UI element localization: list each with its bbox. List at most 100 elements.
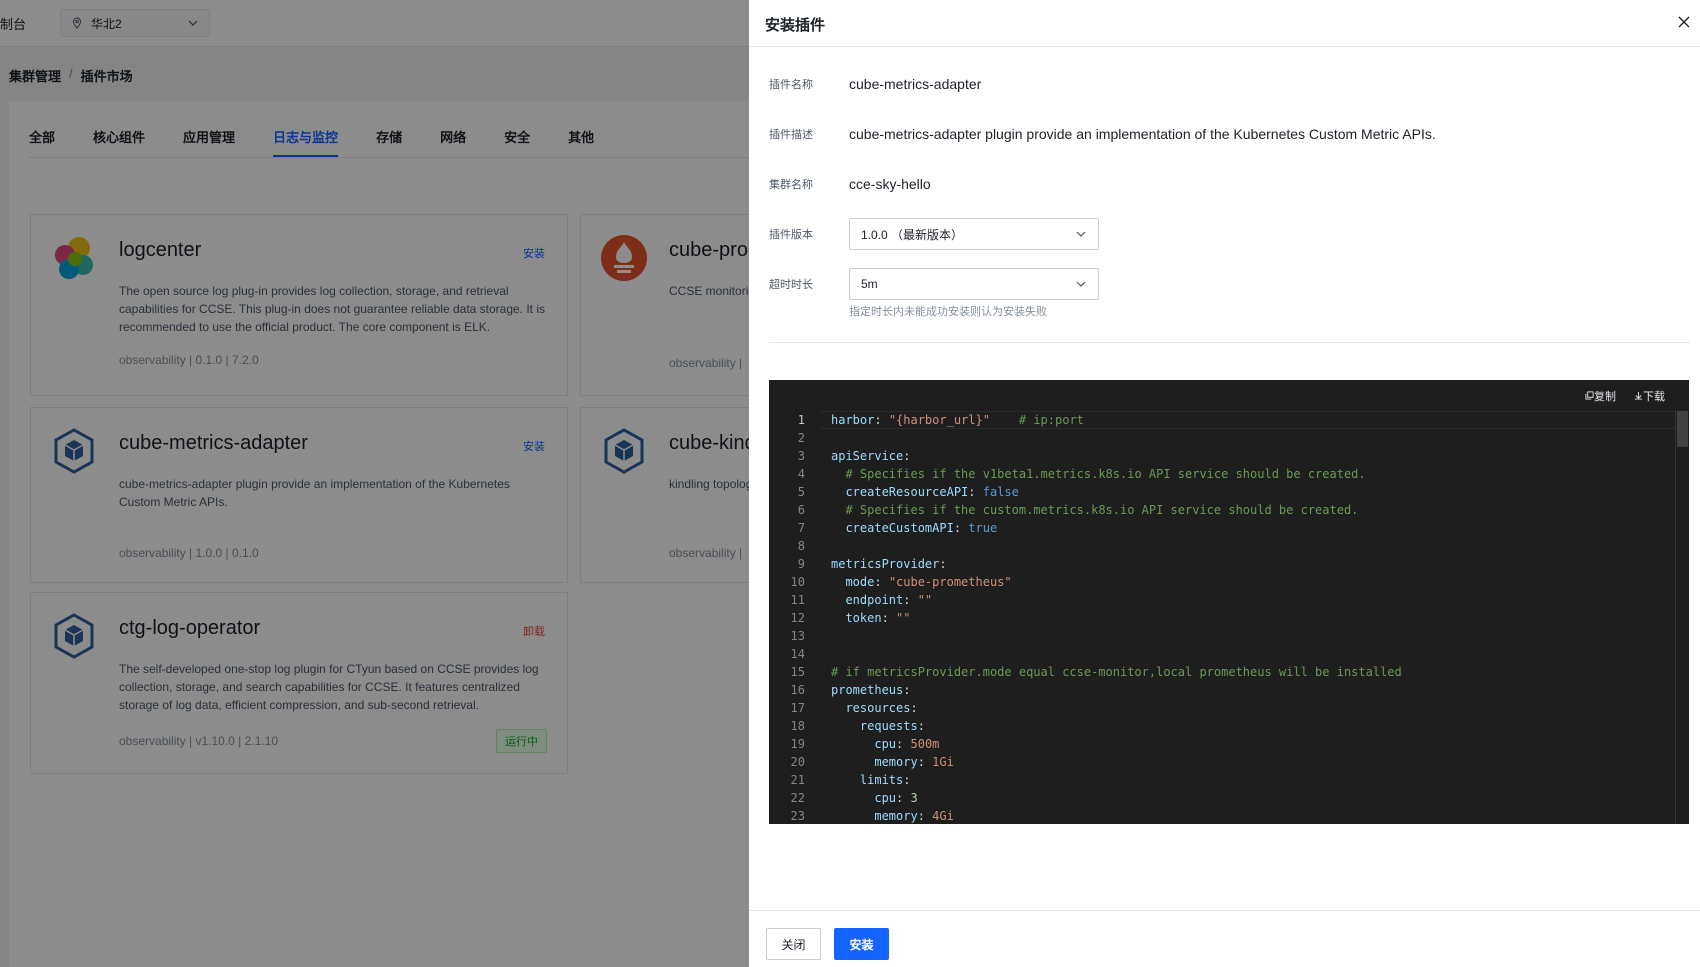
code-line: 23 memory: 4Gi bbox=[769, 807, 1675, 824]
line-number: 19 bbox=[790, 737, 805, 751]
code-text: metricsProvider: bbox=[831, 557, 947, 571]
code-line: 13 bbox=[769, 627, 1675, 645]
line-number: 23 bbox=[790, 809, 805, 823]
timeout-row: 超时时长 5m bbox=[769, 268, 1099, 300]
plugin-desc-value: cube-metrics-adapter plugin provide an i… bbox=[849, 126, 1436, 142]
line-number: 17 bbox=[790, 701, 805, 715]
code-text: resources: bbox=[845, 701, 918, 715]
plugin-name-row: 插件名称 cube-metrics-adapter bbox=[769, 76, 981, 92]
line-number: 11 bbox=[790, 593, 805, 607]
code-line: 18 requests: bbox=[769, 717, 1675, 735]
plugin-version-label: 插件版本 bbox=[769, 229, 813, 241]
close-button[interactable]: 关闭 bbox=[766, 928, 821, 960]
line-number: 14 bbox=[790, 647, 805, 661]
divider bbox=[769, 342, 1690, 343]
code-text: # Specifies if the custom.metrics.k8s.io… bbox=[845, 503, 1359, 517]
code-text: createResourceAPI: false bbox=[845, 485, 1019, 499]
plugin-version-select[interactable]: 1.0.0 （最新版本） bbox=[849, 218, 1099, 250]
timeout-select[interactable]: 5m bbox=[849, 268, 1099, 300]
timeout-label: 超时时长 bbox=[769, 279, 813, 291]
code-text: harbor: "{harbor_url}" # ip:port bbox=[831, 413, 1084, 427]
cluster-name-value: cce-sky-hello bbox=[849, 176, 931, 192]
line-number: 18 bbox=[790, 719, 805, 733]
line-number: 6 bbox=[797, 503, 805, 517]
plugin-desc-label: 插件描述 bbox=[769, 129, 813, 141]
code-text: memory: 1Gi bbox=[874, 755, 954, 769]
line-number: 21 bbox=[790, 773, 805, 787]
code-line: 20 memory: 1Gi bbox=[769, 753, 1675, 771]
code-line: 22 cpu: 3 bbox=[769, 789, 1675, 807]
chevron-down-icon bbox=[1076, 281, 1086, 287]
plugin-version-row: 插件版本 1.0.0 （最新版本） bbox=[769, 218, 1099, 250]
code-text: prometheus: bbox=[831, 683, 911, 697]
code-line: 17 resources: bbox=[769, 699, 1675, 717]
download-icon bbox=[1634, 391, 1643, 400]
code-toolbar: 复制 下载 bbox=[1585, 388, 1665, 404]
code-line: 5 createResourceAPI: false bbox=[769, 483, 1675, 501]
scrollbar-thumb[interactable] bbox=[1677, 411, 1688, 447]
line-number: 12 bbox=[790, 611, 805, 625]
install-plugin-drawer: 安装插件 插件名称 cube-metrics-adapter 插件描述 cube… bbox=[749, 0, 1700, 967]
code-line: 14 bbox=[769, 645, 1675, 663]
code-text: cpu: 500m bbox=[874, 737, 940, 751]
code-text: memory: 4Gi bbox=[874, 809, 954, 823]
code-line: 19 cpu: 500m bbox=[769, 735, 1675, 753]
cluster-name-row: 集群名称 cce-sky-hello bbox=[769, 176, 931, 192]
code-text: endpoint: "" bbox=[845, 593, 933, 607]
line-number: 3 bbox=[797, 449, 805, 463]
line-number: 2 bbox=[797, 431, 805, 445]
plugin-desc-row: 插件描述 cube-metrics-adapter plugin provide… bbox=[769, 126, 1436, 142]
code-line: 11 endpoint: "" bbox=[769, 591, 1675, 609]
line-number: 1 bbox=[797, 413, 805, 427]
code-line: 10 mode: "cube-prometheus" bbox=[769, 573, 1675, 591]
line-number: 16 bbox=[790, 683, 805, 697]
drawer-title: 安装插件 bbox=[765, 17, 826, 34]
copy-icon bbox=[1585, 391, 1594, 400]
code-content[interactable]: 1 harbor: "{harbor_url}" # ip:port 2 3 apiSe… bbox=[769, 411, 1675, 824]
drawer-footer: 关闭 安装 bbox=[749, 910, 1700, 967]
install-button[interactable]: 安装 bbox=[834, 928, 889, 960]
close-icon[interactable] bbox=[1676, 14, 1692, 30]
line-number: 13 bbox=[790, 629, 805, 643]
line-number: 22 bbox=[790, 791, 805, 805]
line-number: 4 bbox=[797, 467, 805, 481]
values-yaml-editor[interactable]: 复制 下载 1 harbor: "{harbor_url}" # ip:port 2… bbox=[769, 380, 1689, 824]
code-text: # Specifies if the v1beta1.metrics.k8s.i… bbox=[845, 467, 1366, 481]
code-line: 6 # Specifies if the custom.metrics.k8s.… bbox=[769, 501, 1675, 519]
code-text: apiService: bbox=[831, 449, 911, 463]
code-line: 1 harbor: "{harbor_url}" # ip:port bbox=[769, 411, 1675, 429]
code-text: # if metricsProvider.mode equal ccse-mon… bbox=[831, 665, 1402, 679]
download-label: 下载 bbox=[1643, 391, 1665, 403]
code-line: 2 bbox=[769, 429, 1675, 447]
code-line: 16 prometheus: bbox=[769, 681, 1675, 699]
code-line: 7 createCustomAPI: true bbox=[769, 519, 1675, 537]
download-button[interactable]: 下载 bbox=[1634, 388, 1665, 404]
cluster-name-label: 集群名称 bbox=[769, 179, 813, 191]
code-line: 3 apiService: bbox=[769, 447, 1675, 465]
code-text: token: "" bbox=[845, 611, 911, 625]
chevron-down-icon bbox=[1076, 231, 1086, 237]
editor-scrollbar[interactable] bbox=[1675, 411, 1689, 824]
line-number: 8 bbox=[797, 539, 805, 553]
code-line: 21 limits: bbox=[769, 771, 1675, 789]
code-line: 15 # if metricsProvider.mode equal ccse-m… bbox=[769, 663, 1675, 681]
line-number: 20 bbox=[790, 755, 805, 769]
timeout-hint: 指定时长内未能成功安装则认为安装失败 bbox=[849, 306, 1047, 318]
plugin-name-label: 插件名称 bbox=[769, 79, 813, 91]
code-line: 4 # Specifies if the v1beta1.metrics.k8s… bbox=[769, 465, 1675, 483]
line-number: 5 bbox=[797, 485, 805, 499]
copy-label: 复制 bbox=[1594, 391, 1616, 403]
code-line: 8 bbox=[769, 537, 1675, 555]
line-number: 10 bbox=[790, 575, 805, 589]
line-number: 9 bbox=[797, 557, 805, 571]
code-text: cpu: 3 bbox=[874, 791, 918, 805]
code-text: requests: bbox=[859, 719, 925, 733]
copy-button[interactable]: 复制 bbox=[1585, 388, 1616, 404]
plugin-version-value: 1.0.0 （最新版本） bbox=[861, 227, 964, 242]
code-line: 9 metricsProvider: bbox=[769, 555, 1675, 573]
code-text: createCustomAPI: true bbox=[845, 521, 998, 535]
